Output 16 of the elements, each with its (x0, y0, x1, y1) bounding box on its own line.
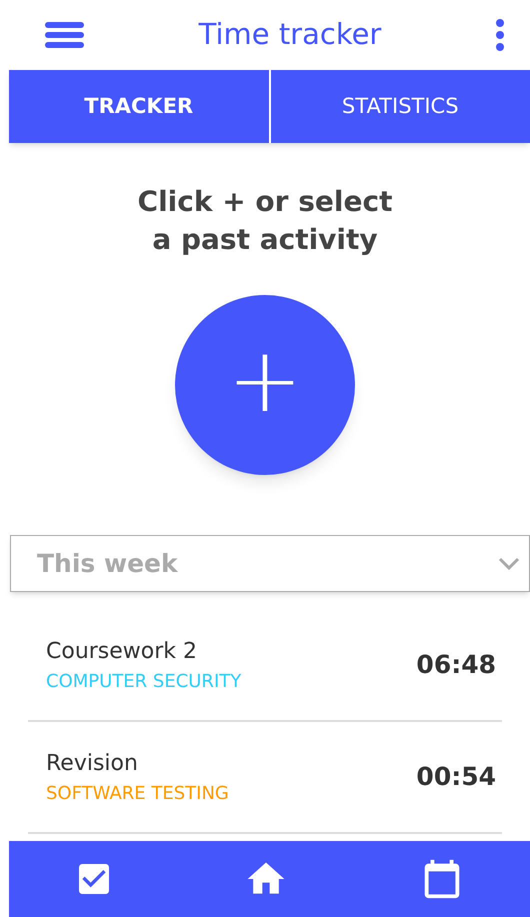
menu-icon[interactable] (45, 22, 84, 48)
activity-duration: 00:54 (416, 761, 496, 794)
more-options-icon[interactable] (496, 19, 504, 51)
activity-name: Revision (46, 750, 139, 778)
activity-category: SOFTWARE TESTING (46, 782, 229, 806)
app-title: Time tracker (198, 16, 382, 54)
tab[interactable]: STATISTICS (268, 70, 530, 143)
activity-category: COMPUTER SECURITY (46, 670, 242, 694)
add-button[interactable]: + (175, 295, 355, 475)
tab[interactable]: TRACKER (9, 70, 268, 143)
chevron-down-icon (497, 556, 521, 572)
activity-row[interactable]: Coursework 2 COMPUTER SECURITY 06:48 (28, 610, 502, 722)
instruction-text: Click + or select a past activity (136, 184, 394, 258)
activity-row[interactable]: Revision SOFTWARE TESTING 00:54 (28, 722, 502, 834)
activity-duration: 06:48 (416, 649, 496, 682)
activity-name: Coursework 2 (46, 638, 198, 666)
